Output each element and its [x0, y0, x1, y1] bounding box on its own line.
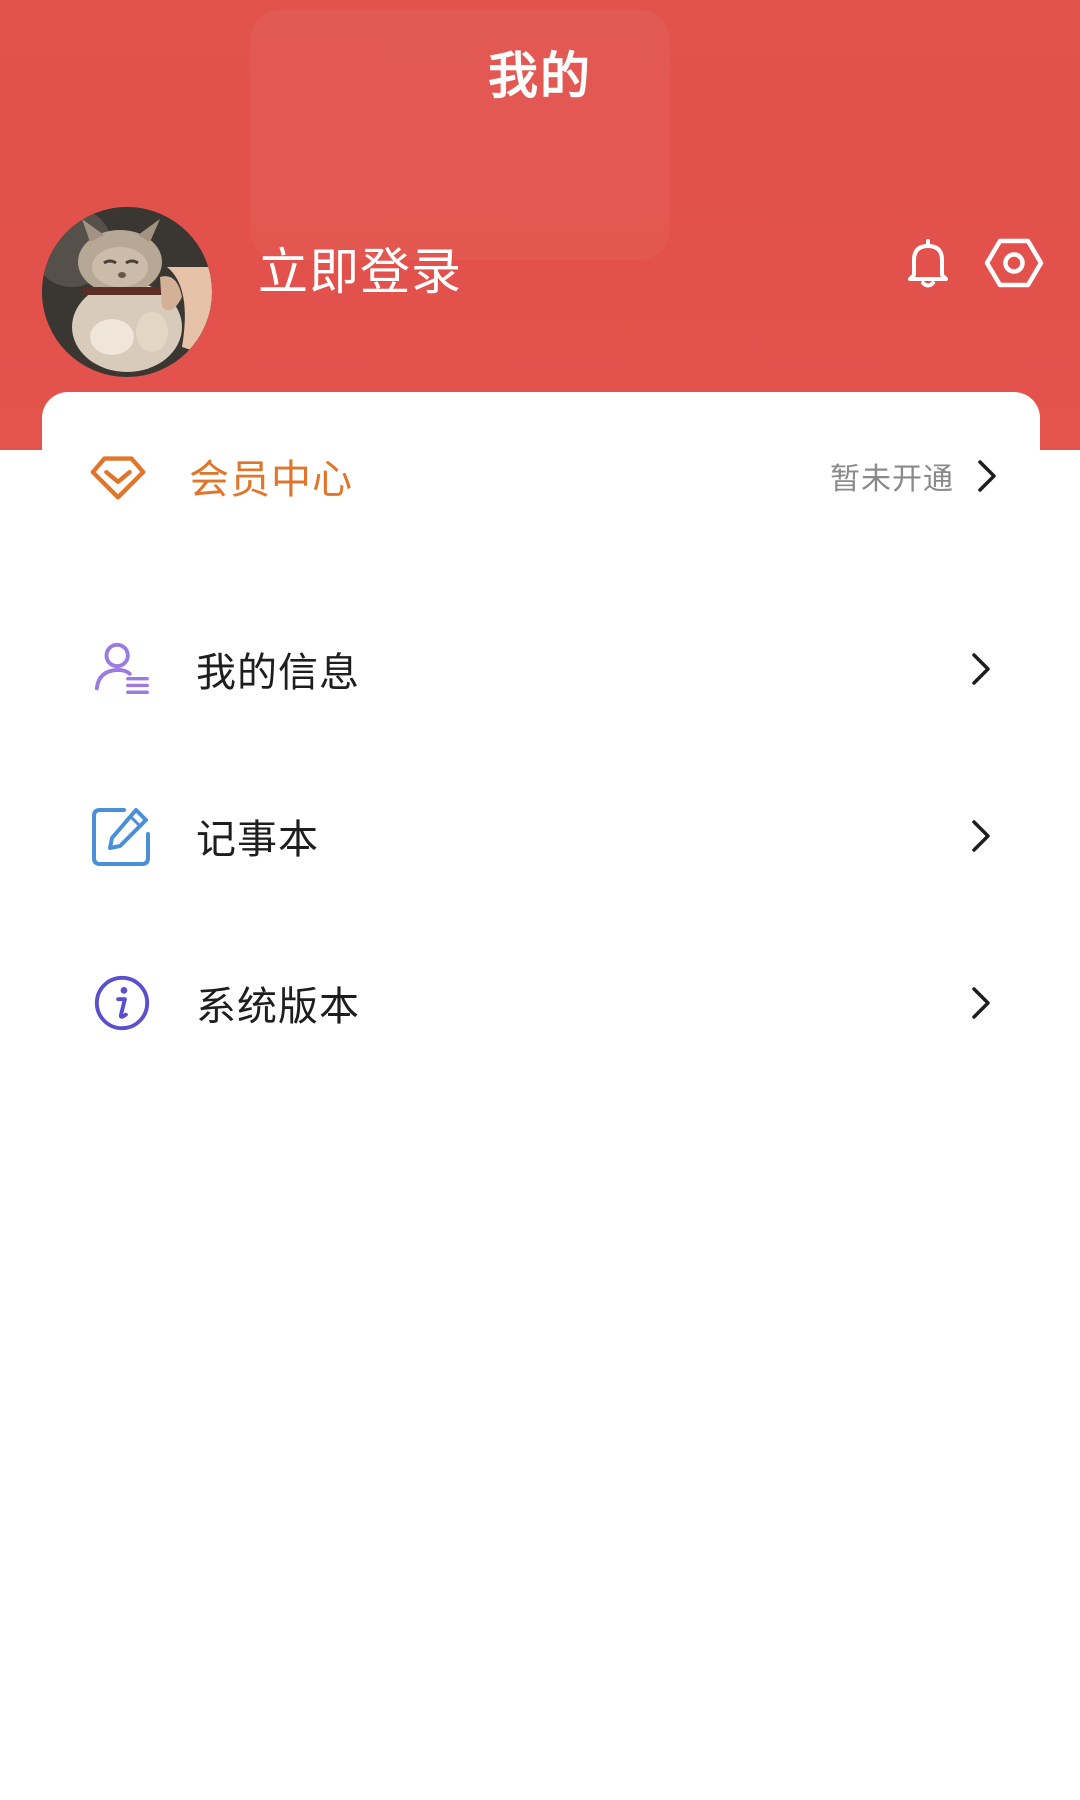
menu-item-system-version[interactable]: 系统版本 [42, 943, 1040, 1063]
chevron-right-icon [972, 456, 1002, 496]
vip-center-row[interactable]: 会员中心 暂未开通 [42, 416, 1040, 536]
avatar-cat-image [42, 207, 212, 377]
login-now-link[interactable]: 立即登录 [258, 232, 462, 304]
menu-item-label: 我的信息 [196, 650, 360, 696]
chevron-right-icon [966, 816, 996, 856]
vip-status-text: 暂未开通 [830, 462, 954, 497]
menu-card: 会员中心 暂未开通 我的信息 记事本 系统版本 [42, 392, 1040, 1800]
avatar[interactable] [42, 207, 212, 377]
vip-center-label: 会员中心 [189, 457, 353, 503]
bell-icon[interactable] [900, 235, 956, 291]
chevron-right-icon [966, 649, 996, 689]
page-title: 我的 [488, 47, 592, 105]
my-page: 我的 立即登录 会员中心 暂未开通 我的信息 记事本 系统版本 [0, 0, 1080, 1800]
diamond-icon [86, 444, 150, 508]
info-icon [90, 971, 154, 1035]
menu-item-label: 系统版本 [196, 984, 360, 1030]
chevron-right-icon [966, 983, 996, 1023]
menu-item-my-info[interactable]: 我的信息 [42, 609, 1040, 729]
menu-item-label: 记事本 [196, 817, 319, 863]
menu-item-notepad[interactable]: 记事本 [42, 776, 1040, 896]
notepad-edit-icon [90, 804, 154, 868]
settings-icon[interactable] [984, 233, 1044, 293]
user-info-icon [90, 637, 154, 701]
